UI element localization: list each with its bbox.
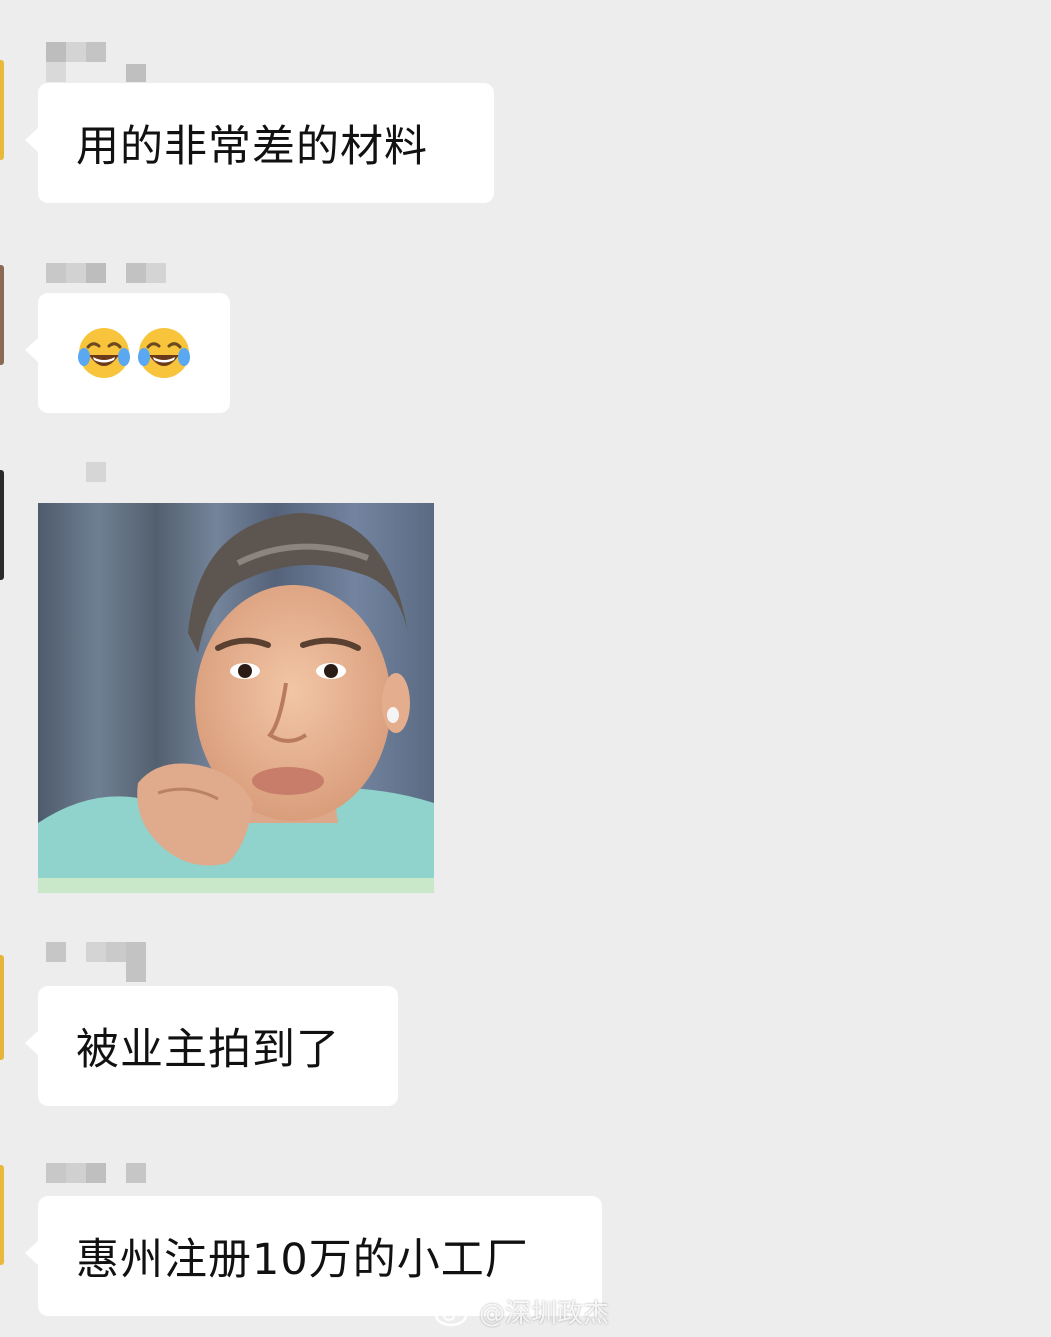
sender-name-pixelated — [46, 942, 166, 982]
message-bubble[interactable]: 被业主拍到了 — [25, 986, 398, 1106]
avatar[interactable] — [0, 470, 4, 580]
watermark: @深圳政杰 — [433, 1293, 609, 1329]
sender-name-pixelated — [46, 42, 156, 82]
weibo-icon — [434, 1299, 471, 1327]
photo-illustration — [38, 503, 434, 893]
face-with-tears-of-joy-icon — [78, 328, 130, 378]
avatar[interactable] — [0, 60, 4, 160]
emoji-row — [76, 293, 196, 413]
man-with-hand-under-chin-photo[interactable] — [38, 503, 434, 893]
watermark-text: @深圳政杰 — [479, 1298, 610, 1329]
avatar[interactable] — [0, 1165, 4, 1265]
message-text: 用的非常差的材料 — [76, 122, 428, 172]
message-text: 被业主拍到了 — [76, 1025, 340, 1075]
sender-name-pixelated — [46, 462, 106, 502]
avatar[interactable] — [0, 265, 4, 365]
message-bubble[interactable] — [25, 293, 230, 413]
face-with-tears-of-joy-icon — [138, 328, 190, 378]
message-bubble[interactable]: 用的非常差的材料 — [25, 83, 494, 203]
avatar[interactable] — [0, 955, 4, 1060]
